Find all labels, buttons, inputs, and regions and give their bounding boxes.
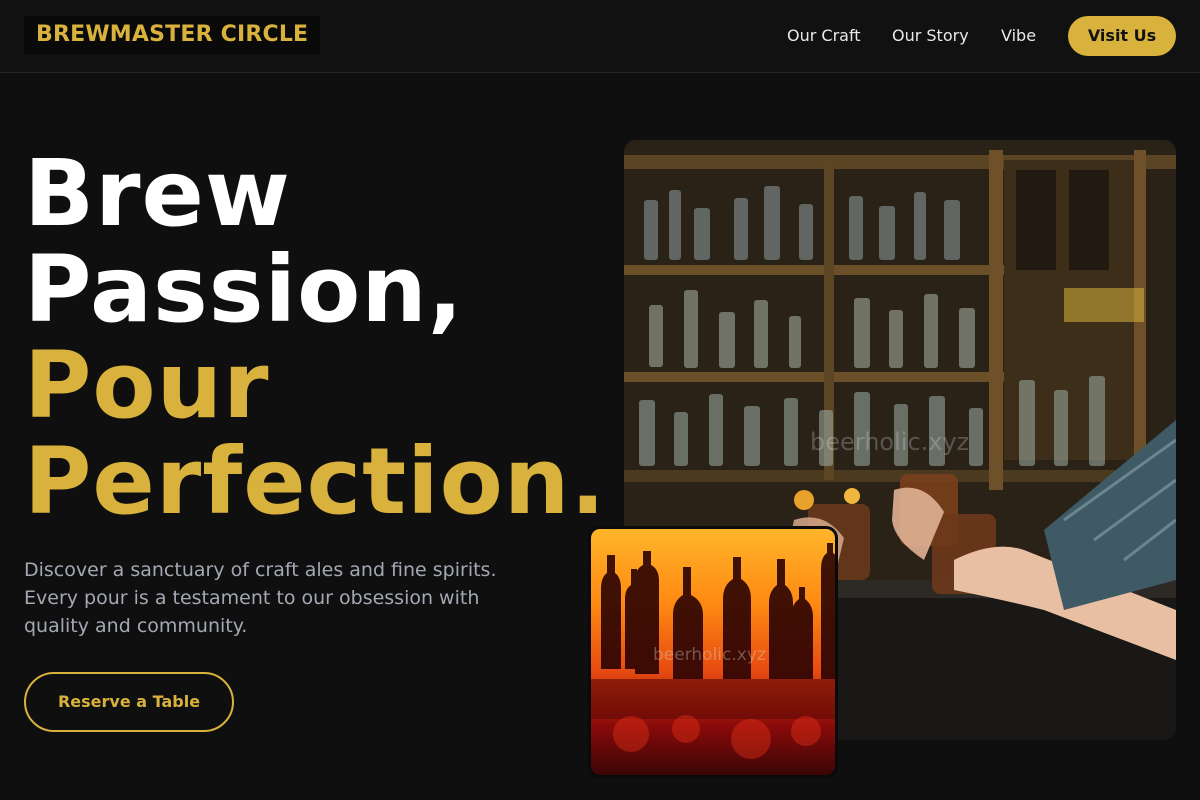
nav-link-our-story[interactable]: Our Story — [892, 0, 969, 72]
reserve-table-button[interactable]: Reserve a Table — [24, 672, 234, 732]
bottles-photo: beerholic.xyz — [588, 526, 838, 778]
visit-us-button[interactable]: Visit Us — [1068, 16, 1176, 56]
image-watermark-small: beerholic.xyz — [653, 645, 766, 665]
headline-line-perfection: Perfection. — [24, 428, 607, 535]
image-watermark: beerholic.xyz — [810, 428, 970, 456]
headline-line-pour: Pour — [24, 332, 270, 439]
headline-line-passion: Passion, — [24, 236, 464, 343]
headline-line-brew: Brew — [24, 140, 291, 247]
site-header: BREWMASTER CIRCLE Our Craft Our Story Vi… — [0, 0, 1200, 73]
hero-headline: Brew Passion, Pour Perfection. — [24, 146, 624, 530]
hero-description: Discover a sanctuary of craft ales and f… — [24, 559, 497, 637]
nav-link-our-craft[interactable]: Our Craft — [787, 0, 861, 72]
nav-link-vibe[interactable]: Vibe — [1001, 0, 1036, 72]
brand-logo[interactable]: BREWMASTER CIRCLE — [24, 16, 321, 54]
